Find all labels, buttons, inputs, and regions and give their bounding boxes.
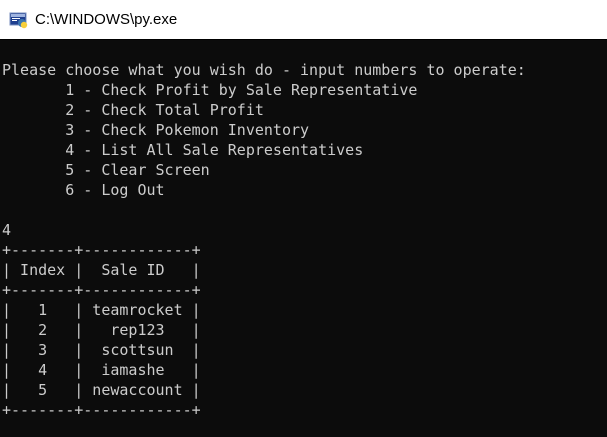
menu-option: 2 - Check Total Profit	[2, 101, 264, 119]
console-output[interactable]: Please choose what you wish do - input n…	[2, 60, 605, 437]
user-input: 4	[2, 221, 12, 239]
table-row: | 3 | scottsun |	[2, 341, 201, 359]
table-border-top: +-------+------------+	[2, 241, 201, 259]
table-row: | 1 | teamrocket |	[2, 301, 201, 319]
table-row: | 4 | iamashe |	[2, 361, 201, 379]
python-console-icon	[9, 10, 29, 30]
table-border-bottom: +-------+------------+	[2, 401, 201, 419]
menu-option: 3 - Check Pokemon Inventory	[2, 121, 310, 139]
table-border-mid: +-------+------------+	[2, 281, 201, 299]
table-header: | Index | Sale ID |	[2, 261, 201, 279]
menu-prompt: Please choose what you wish do - input n…	[2, 61, 526, 79]
menu-option: 6 - Log Out	[2, 181, 165, 199]
window-title: C:\WINDOWS\py.exe	[35, 11, 178, 28]
menu-option: 5 - Clear Screen	[2, 161, 210, 179]
menu-option: 1 - Check Profit by Sale Representative	[2, 81, 418, 99]
menu-option: 4 - List All Sale Representatives	[2, 141, 364, 159]
table-row: | 5 | newaccount |	[2, 381, 201, 399]
table-row: | 2 | rep123 |	[2, 321, 201, 339]
console-window: C:\WINDOWS\py.exe Please choose what you…	[0, 0, 607, 437]
title-bar[interactable]: C:\WINDOWS\py.exe	[0, 0, 607, 40]
